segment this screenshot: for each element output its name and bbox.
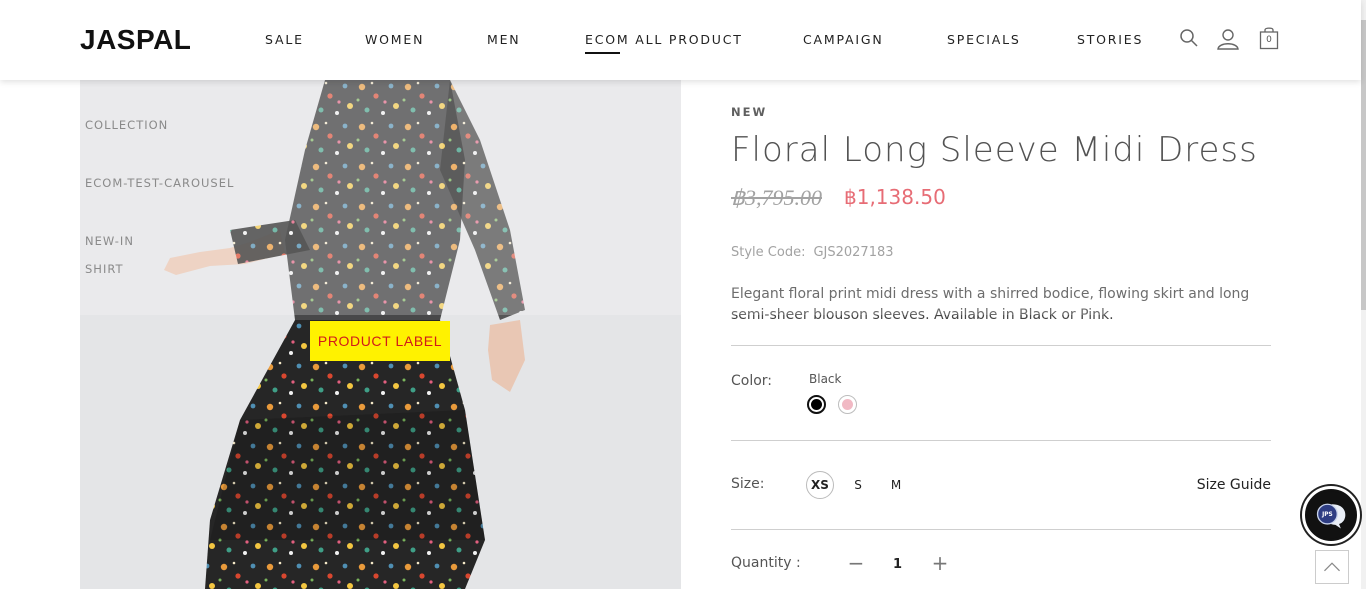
color-swatch-black[interactable] bbox=[807, 395, 826, 414]
style-code-label: Style Code: bbox=[731, 245, 806, 260]
link-shirt[interactable]: SHIRT bbox=[85, 262, 124, 276]
nav-item-women[interactable]: WOMEN bbox=[365, 32, 424, 47]
divider bbox=[731, 529, 1271, 530]
quantity-label: Quantity : bbox=[731, 555, 801, 571]
size-option-m[interactable]: M bbox=[882, 471, 910, 499]
original-price: ฿3,795.00 bbox=[731, 185, 822, 210]
nav-item-ecom-all-product[interactable]: ECOM ALL PRODUCT bbox=[585, 32, 743, 54]
user-icon[interactable] bbox=[1216, 27, 1240, 51]
new-badge: NEW bbox=[731, 105, 768, 119]
divider bbox=[731, 345, 1271, 346]
cart-count: 0 bbox=[1266, 35, 1272, 45]
link-ecom-test-carousel[interactable]: ECOM-TEST-CAROUSEL bbox=[85, 176, 234, 190]
nav-item-specials[interactable]: SPECIALS bbox=[947, 32, 1021, 47]
sale-price: ฿1,138.50 bbox=[844, 185, 946, 209]
nav-item-stories[interactable]: STORIES bbox=[1077, 32, 1143, 47]
chat-widget-button[interactable]: JPS bbox=[1302, 486, 1360, 544]
style-code-value: GJS2027183 bbox=[813, 245, 894, 260]
search-icon[interactable] bbox=[1179, 28, 1199, 48]
back-to-top-button[interactable] bbox=[1315, 550, 1349, 584]
site-logo[interactable]: JASPAL bbox=[80, 24, 191, 56]
selected-color-name: Black bbox=[809, 372, 842, 386]
quantity-increase-button[interactable]: + bbox=[931, 553, 949, 573]
chat-badge-text: JPS bbox=[1321, 512, 1333, 518]
color-label: Color: bbox=[731, 373, 773, 389]
nav-item-campaign[interactable]: CAMPAIGN bbox=[803, 32, 883, 47]
site-header: JASPAL SALE WOMEN MEN ECOM ALL PRODUCT C… bbox=[0, 0, 1361, 80]
nav-item-sale[interactable]: SALE bbox=[265, 32, 304, 47]
size-guide-link[interactable]: Size Guide bbox=[1197, 477, 1271, 493]
link-new-in[interactable]: NEW-IN bbox=[85, 234, 134, 248]
size-option-xs[interactable]: XS bbox=[806, 471, 834, 499]
page-scrollbar[interactable] bbox=[1361, 0, 1366, 589]
nav-item-men[interactable]: MEN bbox=[487, 32, 520, 47]
quantity-decrease-button[interactable]: − bbox=[847, 553, 865, 573]
divider bbox=[731, 440, 1271, 441]
style-code-row: Style Code: GJS2027183 bbox=[731, 245, 894, 260]
color-swatch-pink[interactable] bbox=[838, 395, 857, 414]
size-label: Size: bbox=[731, 476, 765, 492]
link-collection[interactable]: COLLECTION bbox=[85, 118, 168, 132]
quantity-value[interactable]: 1 bbox=[893, 557, 902, 572]
scrollbar-thumb[interactable] bbox=[1361, 20, 1366, 310]
product-description: Elegant floral print midi dress with a s… bbox=[731, 286, 1250, 323]
size-option-s[interactable]: S bbox=[844, 471, 872, 499]
chevron-up-icon bbox=[1324, 562, 1340, 572]
product-title: Floral Long Sleeve Midi Dress bbox=[731, 130, 1258, 170]
product-label-badge: PRODUCT LABEL bbox=[310, 321, 450, 361]
shopping-bag-icon[interactable]: 0 bbox=[1259, 26, 1279, 50]
